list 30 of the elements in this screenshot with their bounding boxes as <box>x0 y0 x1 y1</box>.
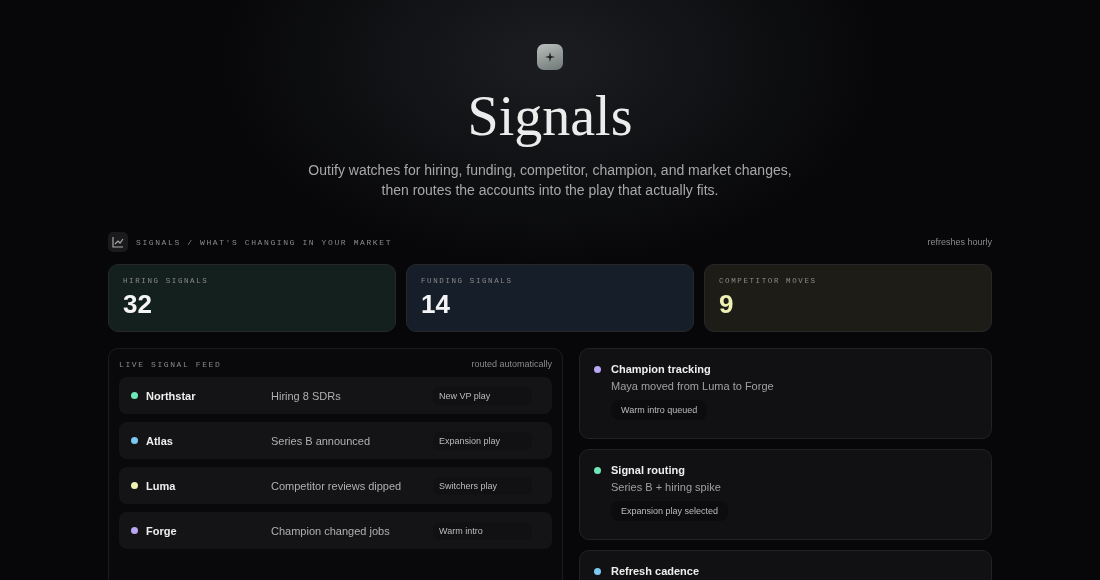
feed-note: routed automatically <box>471 359 552 369</box>
card-title: Champion tracking <box>611 363 711 375</box>
feed-row[interactable]: Northstar Hiring 8 SDRs New VP play <box>119 377 552 414</box>
logo-icon <box>537 44 563 70</box>
signal-event: Series B announced <box>271 434 372 447</box>
card-title: Signal routing <box>611 464 685 476</box>
status-tag: Expansion play selected <box>611 501 729 521</box>
page-subtitle: Outify watches for hiring, funding, competitor, champion, and market changes, then routes the accounts into the play that actually fits. <box>307 161 793 200</box>
card-title: Refresh cadence <box>611 565 700 577</box>
account-name: Luma <box>146 479 176 492</box>
feed-row[interactable]: Luma Competitor reviews dipped Switchers play <box>119 467 552 504</box>
stat-value: 32 <box>123 289 153 320</box>
account-name: Northstar <box>146 389 196 402</box>
chart-icon <box>108 232 128 252</box>
feed-row[interactable]: Forge Champion changed jobs Warm intro <box>119 512 552 549</box>
card-detail: Series B + hiring spike <box>611 481 722 493</box>
page-title: Signals <box>467 84 633 148</box>
signal-event: Champion changed jobs <box>271 524 391 537</box>
signal-event: Competitor reviews dipped <box>271 479 403 492</box>
feed-row[interactable]: Atlas Series B announced Expansion play <box>119 422 552 459</box>
signal-event: Hiring 8 SDRs <box>271 389 342 402</box>
stat-value: 9 <box>719 289 735 320</box>
account-name: Atlas <box>146 434 173 447</box>
status-tag: Warm intro queued <box>611 400 708 420</box>
feed-title: LIVE SIGNAL FEED <box>119 359 222 369</box>
stat-value: 14 <box>421 289 451 320</box>
account-name: Forge <box>146 524 177 537</box>
card-detail: Maya moved from Luma to Forge <box>611 380 775 392</box>
section-label: SIGNALS / WHAT'S CHANGING IN YOUR MARKET <box>136 237 393 247</box>
refresh-note: refreshes hourly <box>927 237 992 247</box>
